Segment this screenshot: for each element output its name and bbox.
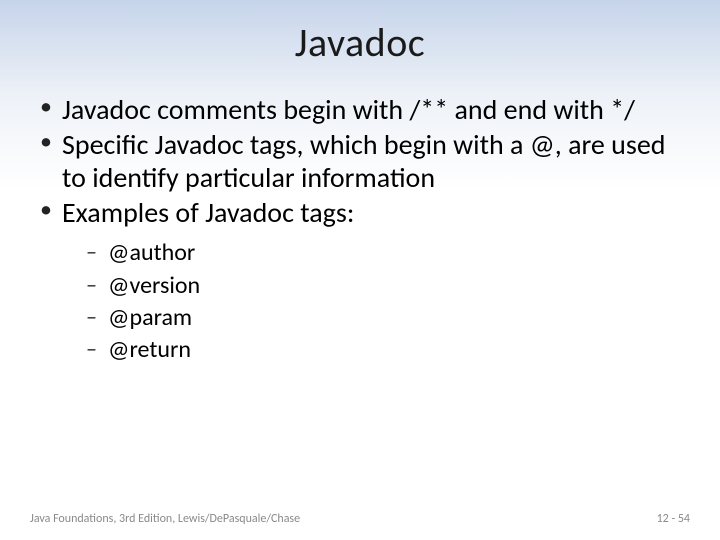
- bullet-item: Specific Javadoc tags, which begin with …: [36, 128, 690, 194]
- footer-left-text: Java Foundations, 3rd Edition, Lewis/DeP…: [30, 512, 300, 526]
- slide-footer: Java Foundations, 3rd Edition, Lewis/DeP…: [30, 512, 690, 526]
- bullet-list: Javadoc comments begin with /** and end …: [36, 93, 690, 367]
- footer-right-text: 12 - 54: [657, 512, 690, 526]
- bullet-item-text: Examples of Javadoc tags:: [62, 195, 354, 230]
- sub-bullet-item: @param: [86, 302, 690, 334]
- slide: Javadoc Javadoc comments begin with /** …: [0, 0, 720, 540]
- sub-bullet-item: @return: [86, 334, 690, 366]
- slide-title: Javadoc: [30, 18, 690, 67]
- sub-bullet-list: @author @version @param @return: [62, 237, 690, 367]
- sub-bullet-item: @version: [86, 270, 690, 302]
- sub-bullet-item: @author: [86, 237, 690, 269]
- bullet-item: Examples of Javadoc tags: @author @versi…: [36, 196, 690, 367]
- slide-content: Javadoc comments begin with /** and end …: [30, 93, 690, 367]
- bullet-item: Javadoc comments begin with /** and end …: [36, 93, 690, 126]
